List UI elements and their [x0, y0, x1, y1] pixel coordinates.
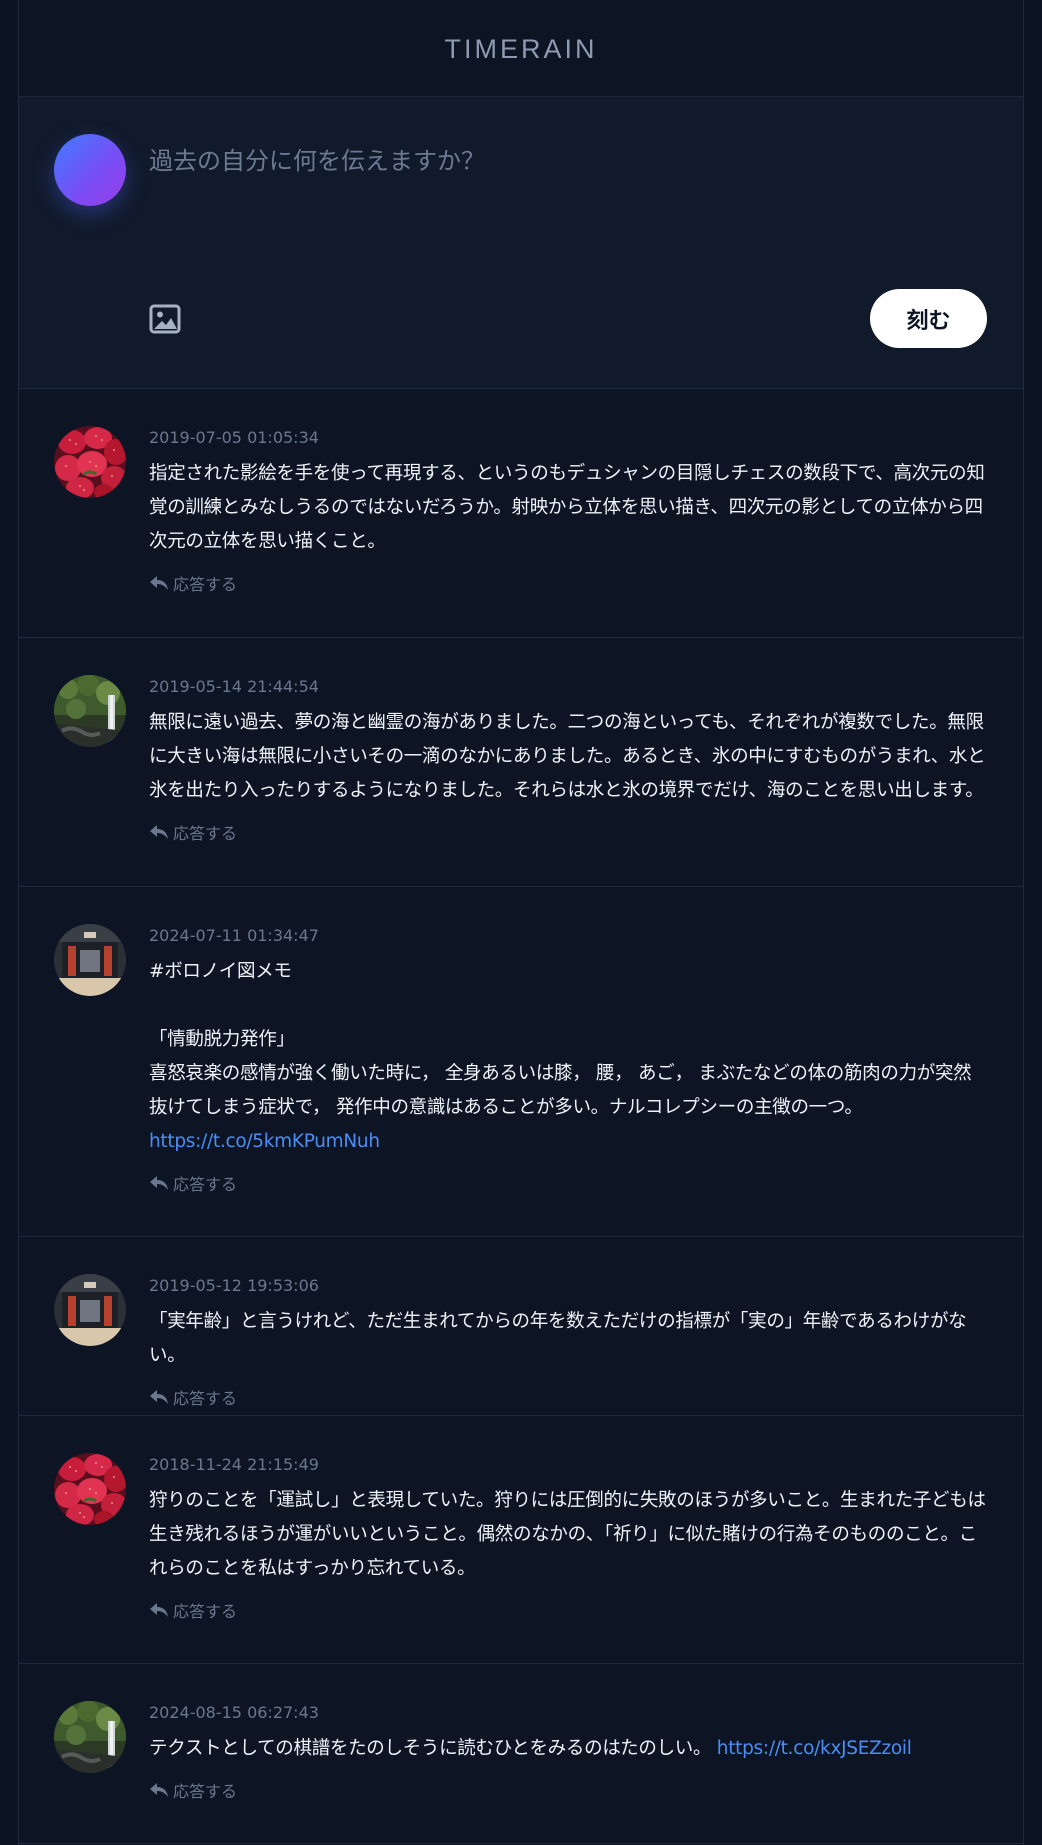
post-timestamp: 2019-05-12 19:53:06 — [149, 1276, 319, 1295]
avatar[interactable] — [54, 1701, 126, 1773]
post-link[interactable]: https://t.co/5kmKPumNuh — [149, 1131, 380, 1152]
post-timestamp: 2019-07-05 01:05:34 — [149, 428, 319, 447]
post-link[interactable]: https://t.co/kxJSEZzoil — [717, 1738, 912, 1759]
post-text-content: テクストとしての棋譜をたのしそうに読むひとをみるのはたのしい。 — [149, 1738, 712, 1759]
post-timestamp: 2019-05-14 21:44:54 — [149, 677, 319, 696]
post-item: 2019-05-14 21:44:54 無限に遠い過去、夢の海と幽霊の海がありま… — [19, 638, 1023, 887]
reply-button[interactable]: 応答する — [149, 1385, 237, 1409]
reply-button[interactable]: 応答する — [149, 1778, 237, 1802]
reply-icon — [150, 825, 168, 839]
post-text: テクストとしての棋譜をたのしそうに読むひとをみるのはたのしい。 https://… — [149, 1732, 989, 1766]
user-avatar — [54, 134, 126, 206]
post-item: 2019-07-05 01:05:34 指定された影絵を手を使って再現する、とい… — [19, 389, 1023, 638]
post-item: 2019-05-12 19:53:06 「実年齢」と言うけれど、ただ生まれてから… — [19, 1237, 1023, 1416]
reply-label: 応答する — [173, 575, 238, 594]
post-timestamp: 2024-07-11 01:34:47 — [149, 926, 319, 945]
reply-icon — [150, 576, 168, 590]
post-body: 2019-05-12 19:53:06 「実年齢」と言うけれど、ただ生まれてから… — [149, 1275, 989, 1410]
post-timestamp: 2018-11-24 21:15:49 — [149, 1455, 319, 1474]
post-body: 2018-11-24 21:15:49 狩りのことを「運試し」と表現していた。狩… — [149, 1454, 989, 1623]
reply-label: 応答する — [173, 1175, 238, 1194]
post-body: 2024-08-15 06:27:43 テクストとしての棋譜をたのしそうに読むひ… — [149, 1702, 989, 1803]
post-body: 2024-07-11 01:34:47 #ボロノイ図メモ 「情動脱力発作」 喜怒… — [149, 925, 989, 1196]
reply-button[interactable]: 応答する — [149, 1171, 237, 1195]
composer: 刻む — [19, 97, 1023, 389]
avatar[interactable] — [54, 1453, 126, 1525]
app-header: TIMERAIN — [19, 0, 1023, 97]
reply-button[interactable]: 応答する — [149, 820, 237, 844]
message-input[interactable] — [149, 141, 969, 261]
reply-icon — [150, 1783, 168, 1797]
post-body: 2019-07-05 01:05:34 指定された影絵を手を使って再現する、とい… — [149, 427, 989, 596]
post-timestamp: 2024-08-15 06:27:43 — [149, 1703, 319, 1722]
post-text-content: #ボロノイ図メモ 「情動脱力発作」 喜怒哀楽の感情が強く働いた時に， 全身あるい… — [149, 961, 972, 1118]
reply-label: 応答する — [173, 824, 238, 843]
post-body: 2019-05-14 21:44:54 無限に遠い過去、夢の海と幽霊の海がありま… — [149, 676, 989, 845]
reply-button[interactable]: 応答する — [149, 1598, 237, 1622]
main-column: TIMERAIN 刻む — [18, 0, 1024, 1845]
post-item: 2024-08-15 06:27:43 テクストとしての棋譜をたのしそうに読むひ… — [19, 1664, 1023, 1844]
reply-icon — [150, 1390, 168, 1404]
post-item: 2024-07-11 01:34:47 #ボロノイ図メモ 「情動脱力発作」 喜怒… — [19, 887, 1023, 1237]
reply-label: 応答する — [173, 1602, 238, 1621]
avatar[interactable] — [54, 1274, 126, 1346]
post-text: 指定された影絵を手を使って再現する、というのもデュシャンの目隠しチェスの数段下で… — [149, 463, 985, 552]
reply-icon — [150, 1603, 168, 1617]
post-text: 狩りのことを「運試し」と表現していた。狩りには圧倒的に失敗のほうが多いこと。生ま… — [149, 1490, 986, 1579]
reply-button[interactable]: 応答する — [149, 571, 237, 595]
avatar[interactable] — [54, 426, 126, 498]
reply-label: 応答する — [173, 1782, 238, 1801]
post-button[interactable]: 刻む — [870, 289, 987, 348]
avatar[interactable] — [54, 675, 126, 747]
app-title: TIMERAIN — [444, 33, 598, 64]
image-icon[interactable] — [149, 304, 181, 334]
post-text: 「実年齢」と言うけれど、ただ生まれてからの年を数えただけの指標が「実の」年齢であ… — [149, 1311, 967, 1366]
post-text: 無限に遠い過去、夢の海と幽霊の海がありました。二つの海といっても、それぞれが複数… — [149, 712, 986, 801]
post-item: 2018-11-24 21:15:49 狩りのことを「運試し」と表現していた。狩… — [19, 1416, 1023, 1664]
avatar[interactable] — [54, 924, 126, 996]
reply-label: 応答する — [173, 1389, 238, 1408]
post-text: #ボロノイ図メモ 「情動脱力発作」 喜怒哀楽の感情が強く働いた時に， 全身あるい… — [149, 955, 989, 1159]
reply-icon — [150, 1176, 168, 1190]
